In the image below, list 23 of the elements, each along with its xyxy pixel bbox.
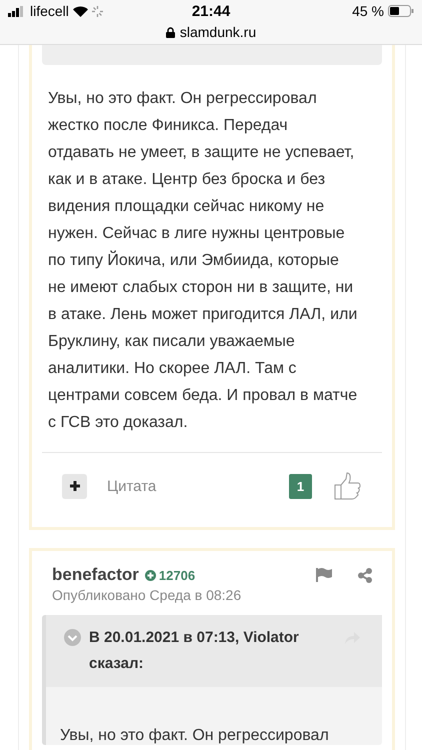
reputation-badge: 12706 (144, 568, 196, 582)
battery-icon (388, 5, 414, 17)
quote-text: Увы, но это факт. Он регрессировал (59, 726, 330, 745)
share-icon[interactable] (358, 568, 372, 582)
wifi-icon (72, 6, 88, 16)
page-url[interactable]: slamdunk.ru (180, 24, 256, 40)
quote-link[interactable]: Цитата (107, 478, 156, 494)
thumbs-up-icon[interactable] (332, 471, 362, 501)
quote-header: В 20.01.2021 в 07:13, Violator сказал: (89, 628, 300, 674)
loading-icon (92, 6, 103, 16)
author-name[interactable]: benefactor (52, 565, 139, 585)
signal-icon (8, 6, 26, 16)
add-button[interactable] (62, 474, 87, 498)
publish-date: Опубликовано Среда в 08:26 (51, 586, 242, 605)
lock-icon (166, 26, 175, 38)
collapse-icon[interactable] (64, 629, 81, 646)
like-count: 1 (289, 474, 312, 498)
plus-icon (68, 480, 80, 492)
battery-percent: 45 % (352, 3, 384, 19)
clock-time: 21:44 (192, 2, 230, 20)
carrier-name: lifecell (30, 3, 69, 19)
post-text: Увы, но это факт. Он регрессировал жестко после Финикса. Передач отдавать не умеет, в защите не успевает, как и в атаке. Центр без броска и без видения площадки сейчас никому не нужен. Сейчас в лиге нужны центровые по типу Йокича, или Эмбиида, которые не имеют слабых сторон ни в защите, ни в атаке. Лень может пригодится ЛАЛ, или Бруклину, как писали уважаемые аналитики. Но скорее ЛАЛ. Там с центрами совсем беда. И провал в матче с ГСВ это доказал. (47, 89, 358, 433)
flag-icon[interactable] (316, 568, 332, 582)
